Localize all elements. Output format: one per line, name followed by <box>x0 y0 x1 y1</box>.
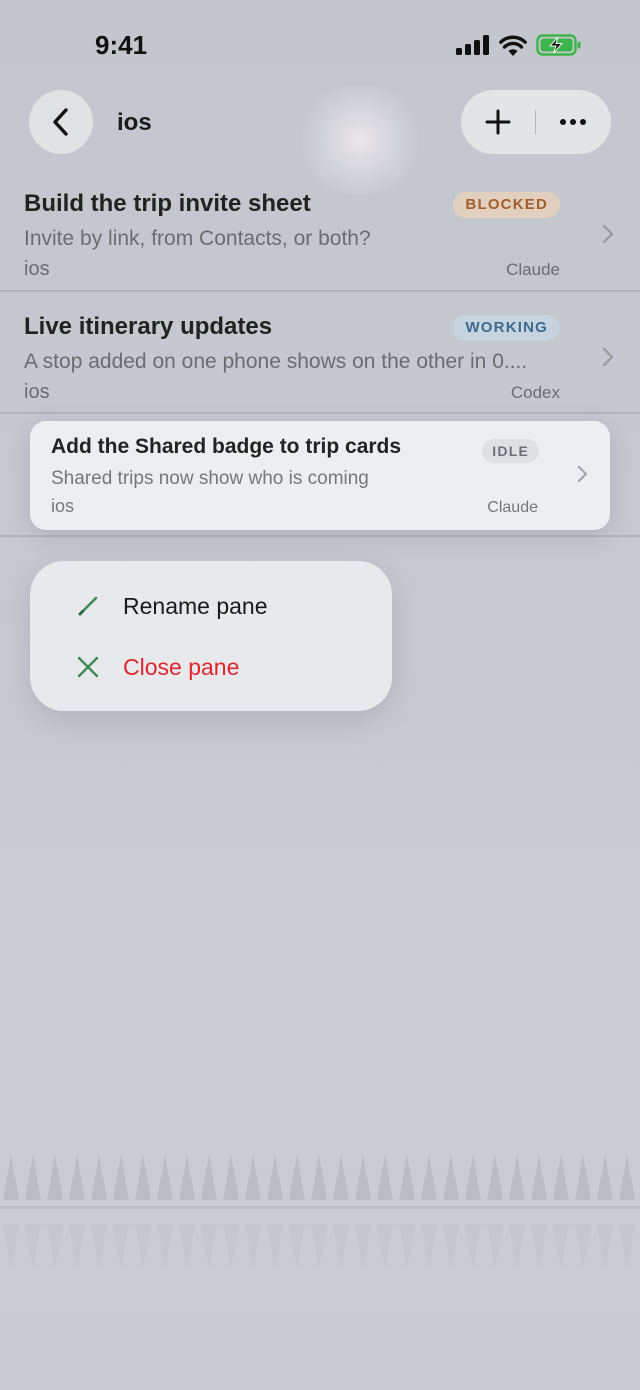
nav-title: ios <box>117 109 152 136</box>
item-agent: Claude <box>506 260 560 279</box>
item-subtitle: A stop added on one phone shows on the o… <box>24 350 528 373</box>
row-divider <box>0 290 640 292</box>
list-item[interactable]: Build the trip invite sheet BLOCKED Invi… <box>0 182 640 304</box>
back-button[interactable] <box>29 90 93 154</box>
chevron-right-icon <box>602 224 614 244</box>
item-repo: ios <box>24 258 50 280</box>
battery-charging-icon <box>536 34 581 56</box>
close-icon <box>75 654 101 680</box>
close-pane-menu-item[interactable]: Close pane <box>30 638 392 696</box>
item-agent: Claude <box>487 499 538 516</box>
nav-actions <box>461 90 611 154</box>
navigation-bar: ios <box>0 90 640 156</box>
chevron-right-icon <box>577 465 588 483</box>
chevron-right-icon <box>602 347 614 367</box>
status-badge: BLOCKED <box>453 192 560 218</box>
item-repo: ios <box>51 496 75 516</box>
selected-pane-card[interactable]: Add the Shared badge to trip cards IDLE … <box>30 421 610 530</box>
item-subtitle: Invite by link, from Contacts, or both? <box>24 227 371 250</box>
item-title: Live itinerary updates <box>24 313 273 340</box>
more-button[interactable] <box>536 90 610 154</box>
chevron-left-icon <box>53 108 68 136</box>
add-button[interactable] <box>461 90 535 154</box>
row-divider <box>0 412 640 414</box>
status-badge: WORKING <box>453 315 560 341</box>
pencil-icon <box>75 593 101 619</box>
rename-pane-menu-item[interactable]: Rename pane <box>30 577 392 635</box>
rename-pane-label: Rename pane <box>123 592 268 619</box>
status-icons <box>456 34 582 56</box>
plus-icon <box>485 109 511 135</box>
wifi-icon <box>499 35 527 56</box>
row-divider <box>0 535 640 537</box>
status-bar: 9:41 <box>0 0 640 90</box>
close-pane-label: Close pane <box>123 653 240 680</box>
item-subtitle: Shared trips now show who is coming <box>51 468 369 489</box>
item-title: Build the trip invite sheet <box>24 190 311 217</box>
status-time: 9:41 <box>95 30 148 60</box>
item-agent: Codex <box>510 383 560 402</box>
more-icon <box>560 119 586 125</box>
status-badge: IDLE <box>482 439 539 463</box>
context-menu: Rename pane Close pane <box>30 561 392 711</box>
list-item[interactable]: Live itinerary updates WORKING A stop ad… <box>0 305 640 427</box>
background-forest-illustration <box>0 1150 640 1272</box>
item-title: Add the Shared badge to trip cards <box>51 435 402 458</box>
cellular-signal-icon <box>456 35 489 55</box>
item-repo: ios <box>24 381 50 403</box>
